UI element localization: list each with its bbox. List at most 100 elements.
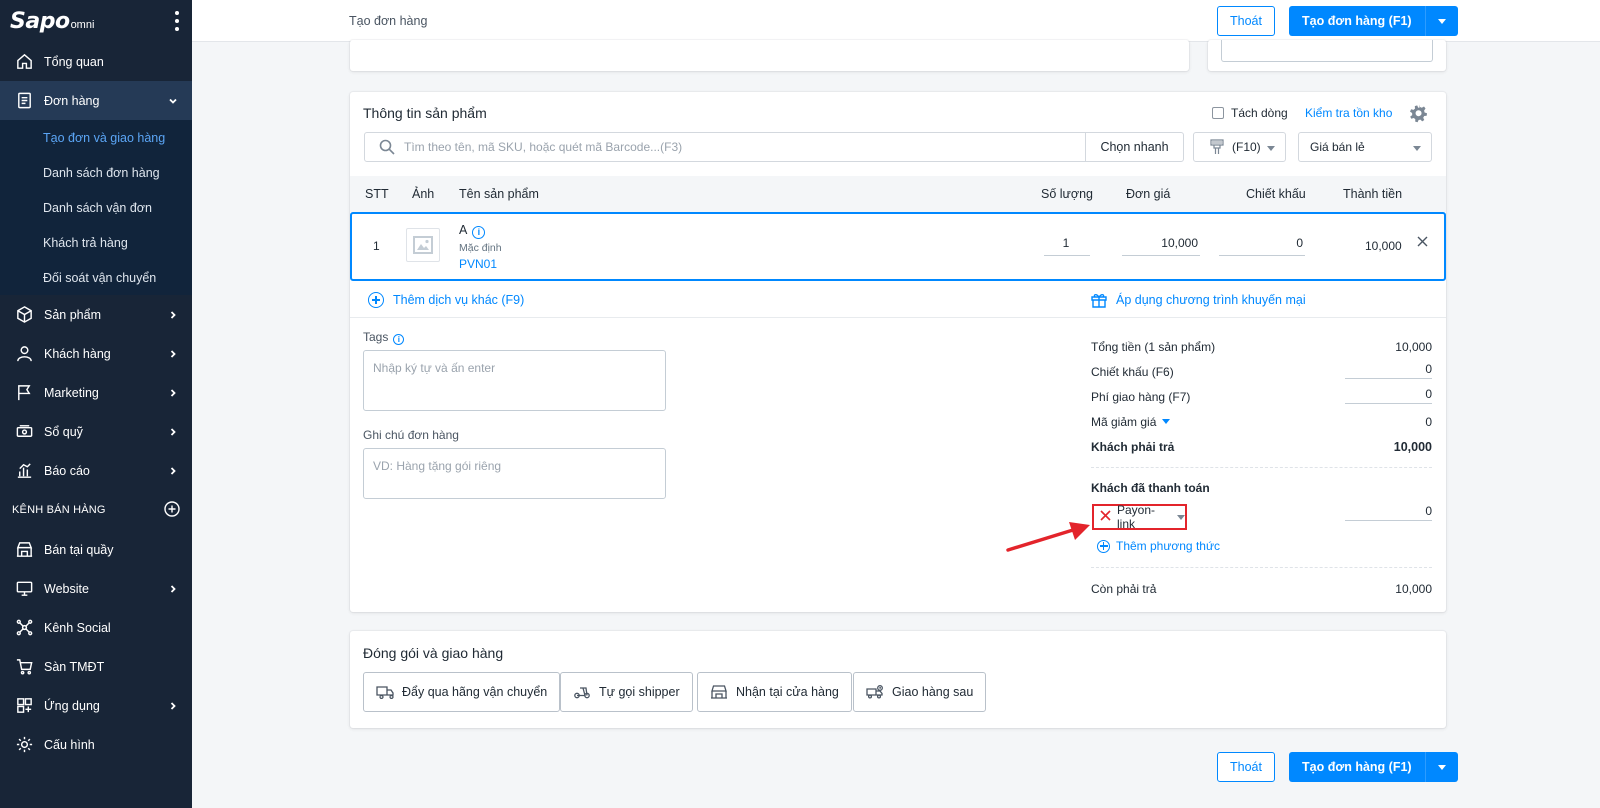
coupon-link[interactable]: Mã giảm giá	[1091, 415, 1171, 429]
order-note-input[interactable]: VD: Hàng tặng gói riêng	[363, 448, 666, 499]
remove-row-icon[interactable]	[1417, 236, 1428, 250]
self-call-shipper-button[interactable]: Tự gọi shipper	[560, 672, 693, 712]
gift-icon	[1091, 294, 1107, 308]
submenu-shipping-reconcile[interactable]: Đối soát vận chuyển	[0, 260, 192, 295]
ship-via-carrier-button[interactable]: Đẩy qua hãng vận chuyển	[363, 672, 561, 712]
exit-button-bottom[interactable]: Thoát	[1217, 752, 1275, 782]
shipping-fee-link[interactable]: Phí giao hàng (F7)	[1091, 390, 1190, 404]
create-order-label: Tạo đơn hàng (F1)	[1289, 6, 1426, 36]
create-order-button-bottom[interactable]: Tạo đơn hàng (F1)	[1289, 752, 1458, 782]
check-stock-link[interactable]: Kiểm tra tồn kho	[1305, 106, 1392, 120]
submenu-order-list[interactable]: Danh sách đơn hàng	[0, 155, 192, 190]
add-service-link[interactable]: Thêm dịch vụ khác (F9)	[368, 292, 524, 308]
more-menu-icon[interactable]	[174, 11, 180, 31]
col-stt: STT	[365, 187, 389, 201]
section-label: KÊNH BÁN HÀNG	[12, 504, 106, 516]
col-image: Ảnh	[412, 187, 435, 201]
sidebar-item-marketplace[interactable]: Sàn TMĐT	[0, 647, 192, 686]
payment-method-chip[interactable]: Payon-link	[1092, 503, 1187, 531]
image-placeholder-icon	[406, 228, 440, 262]
sidebar-item-customers[interactable]: Khách hàng	[0, 334, 192, 373]
store-pickup-button[interactable]: Nhận tại cửa hàng	[697, 672, 852, 712]
flag-icon	[14, 383, 34, 403]
product-card-title: Thông tin sản phẩm	[363, 105, 487, 121]
exit-button-top[interactable]: Thoát	[1217, 6, 1275, 36]
sidebar: Sapo omni Tổng quan Đơn hàng Tạo đơn và …	[0, 0, 192, 808]
discount-input[interactable]: 0	[1219, 232, 1305, 256]
payable-value: 10,000	[1393, 440, 1432, 454]
shipping-fee-value[interactable]: 0	[1425, 387, 1432, 401]
discount-underline	[1345, 378, 1432, 379]
summary-divider	[1091, 567, 1432, 568]
chevron-right-icon	[168, 583, 178, 593]
sidebar-item-cashbook[interactable]: Sổ quỹ	[0, 412, 192, 451]
ship-option-label: Nhận tại cửa hàng	[736, 685, 839, 699]
sidebar-item-social[interactable]: Kênh Social	[0, 608, 192, 647]
gear-icon	[14, 735, 34, 755]
chevron-right-icon	[168, 426, 178, 436]
submenu-returns[interactable]: Khách trả hàng	[0, 225, 192, 260]
add-channel-icon[interactable]	[164, 501, 180, 517]
gear-icon[interactable]	[1408, 103, 1428, 123]
coupon-value: 0	[1425, 415, 1432, 429]
sidebar-item-pos[interactable]: Bán tại quầy	[0, 530, 192, 569]
chevron-right-icon	[168, 348, 178, 358]
row-stt: 1	[373, 239, 380, 253]
sidebar-item-label: Báo cáo	[44, 463, 90, 478]
table-row[interactable]: 1 Ai Mặc định PVN01 1 10,000 0 10,000	[350, 212, 1446, 281]
apply-promotion-link[interactable]: Áp dụng chương trình khuyến mại	[1091, 292, 1306, 308]
tags-input[interactable]: Nhập ký tự và ấn enter	[363, 350, 666, 411]
shipping-card-title: Đóng gói và giao hàng	[363, 645, 504, 661]
sidebar-item-reports[interactable]: Báo cáo	[0, 451, 192, 490]
sidebar-item-settings[interactable]: Cấu hình	[0, 725, 192, 764]
box-icon	[14, 305, 34, 325]
monitor-icon	[14, 579, 34, 599]
side-input-partial[interactable]	[1221, 40, 1433, 62]
logo-subtext: omni	[70, 18, 95, 31]
paid-value[interactable]: 0	[1425, 504, 1432, 518]
sidebar-item-label: Website	[44, 581, 89, 596]
logo[interactable]: Sapo omni	[0, 0, 192, 42]
remove-payment-icon[interactable]	[1100, 510, 1111, 524]
sidebar-item-apps[interactable]: Ứng dụng	[0, 686, 192, 725]
col-product-name: Tên sản phẩm	[459, 187, 539, 201]
quick-pick-button[interactable]: Chọn nhanh	[1085, 133, 1183, 161]
add-service-label: Thêm dịch vụ khác (F9)	[393, 293, 525, 307]
logo-text: Sapo	[10, 8, 70, 34]
sidebar-item-label: Bán tại quầy	[44, 542, 114, 557]
caret-down-icon[interactable]	[1426, 6, 1458, 36]
side-card-partial	[1208, 40, 1446, 71]
order-discount-value[interactable]: 0	[1425, 362, 1432, 376]
caret-down-icon[interactable]	[1426, 752, 1458, 782]
barcode-mode-select[interactable]: (F10)	[1193, 132, 1286, 162]
sidebar-item-label: Sàn TMĐT	[44, 659, 105, 674]
remaining-value: 10,000	[1395, 582, 1432, 596]
create-order-button-top[interactable]: Tạo đơn hàng (F1)	[1289, 6, 1458, 36]
product-sku-link[interactable]: PVN01	[459, 257, 497, 271]
deliver-later-button[interactable]: Giao hàng sau	[853, 672, 987, 712]
product-search-input[interactable]	[404, 140, 1064, 154]
coupon-label: Mã giảm giá	[1091, 415, 1157, 429]
sidebar-item-products[interactable]: Sản phẩm	[0, 295, 192, 334]
unit-price-input[interactable]: 10,000	[1122, 232, 1200, 256]
sidebar-item-website[interactable]: Website	[0, 569, 192, 608]
submenu-shipment-list[interactable]: Danh sách vận đơn	[0, 190, 192, 225]
add-payment-method-link[interactable]: Thêm phương thức	[1097, 539, 1220, 553]
quantity-input[interactable]: 1	[1044, 232, 1090, 256]
sidebar-item-orders[interactable]: Đơn hàng	[0, 81, 192, 120]
col-quantity: Số lượng	[1041, 187, 1094, 201]
split-line-checkbox[interactable]	[1212, 107, 1224, 119]
paid-label: Khách đã thanh toán	[1091, 481, 1210, 495]
price-list-value: Giá bán lẻ	[1310, 140, 1365, 154]
col-unit-price: Đơn giá	[1126, 187, 1171, 201]
sidebar-item-label: Sổ quỹ	[44, 424, 83, 439]
info-icon[interactable]: i	[393, 334, 405, 345]
sidebar-item-marketing[interactable]: Marketing	[0, 373, 192, 412]
store-icon	[711, 685, 727, 699]
product-variant: Mặc định	[459, 242, 502, 254]
price-list-select[interactable]: Giá bán lẻ	[1298, 132, 1432, 162]
submenu-create-order[interactable]: Tạo đơn và giao hàng	[0, 120, 192, 155]
ship-option-label: Đẩy qua hãng vận chuyển	[402, 685, 548, 699]
sidebar-item-overview[interactable]: Tổng quan	[0, 42, 192, 81]
info-icon[interactable]: i	[472, 225, 486, 239]
